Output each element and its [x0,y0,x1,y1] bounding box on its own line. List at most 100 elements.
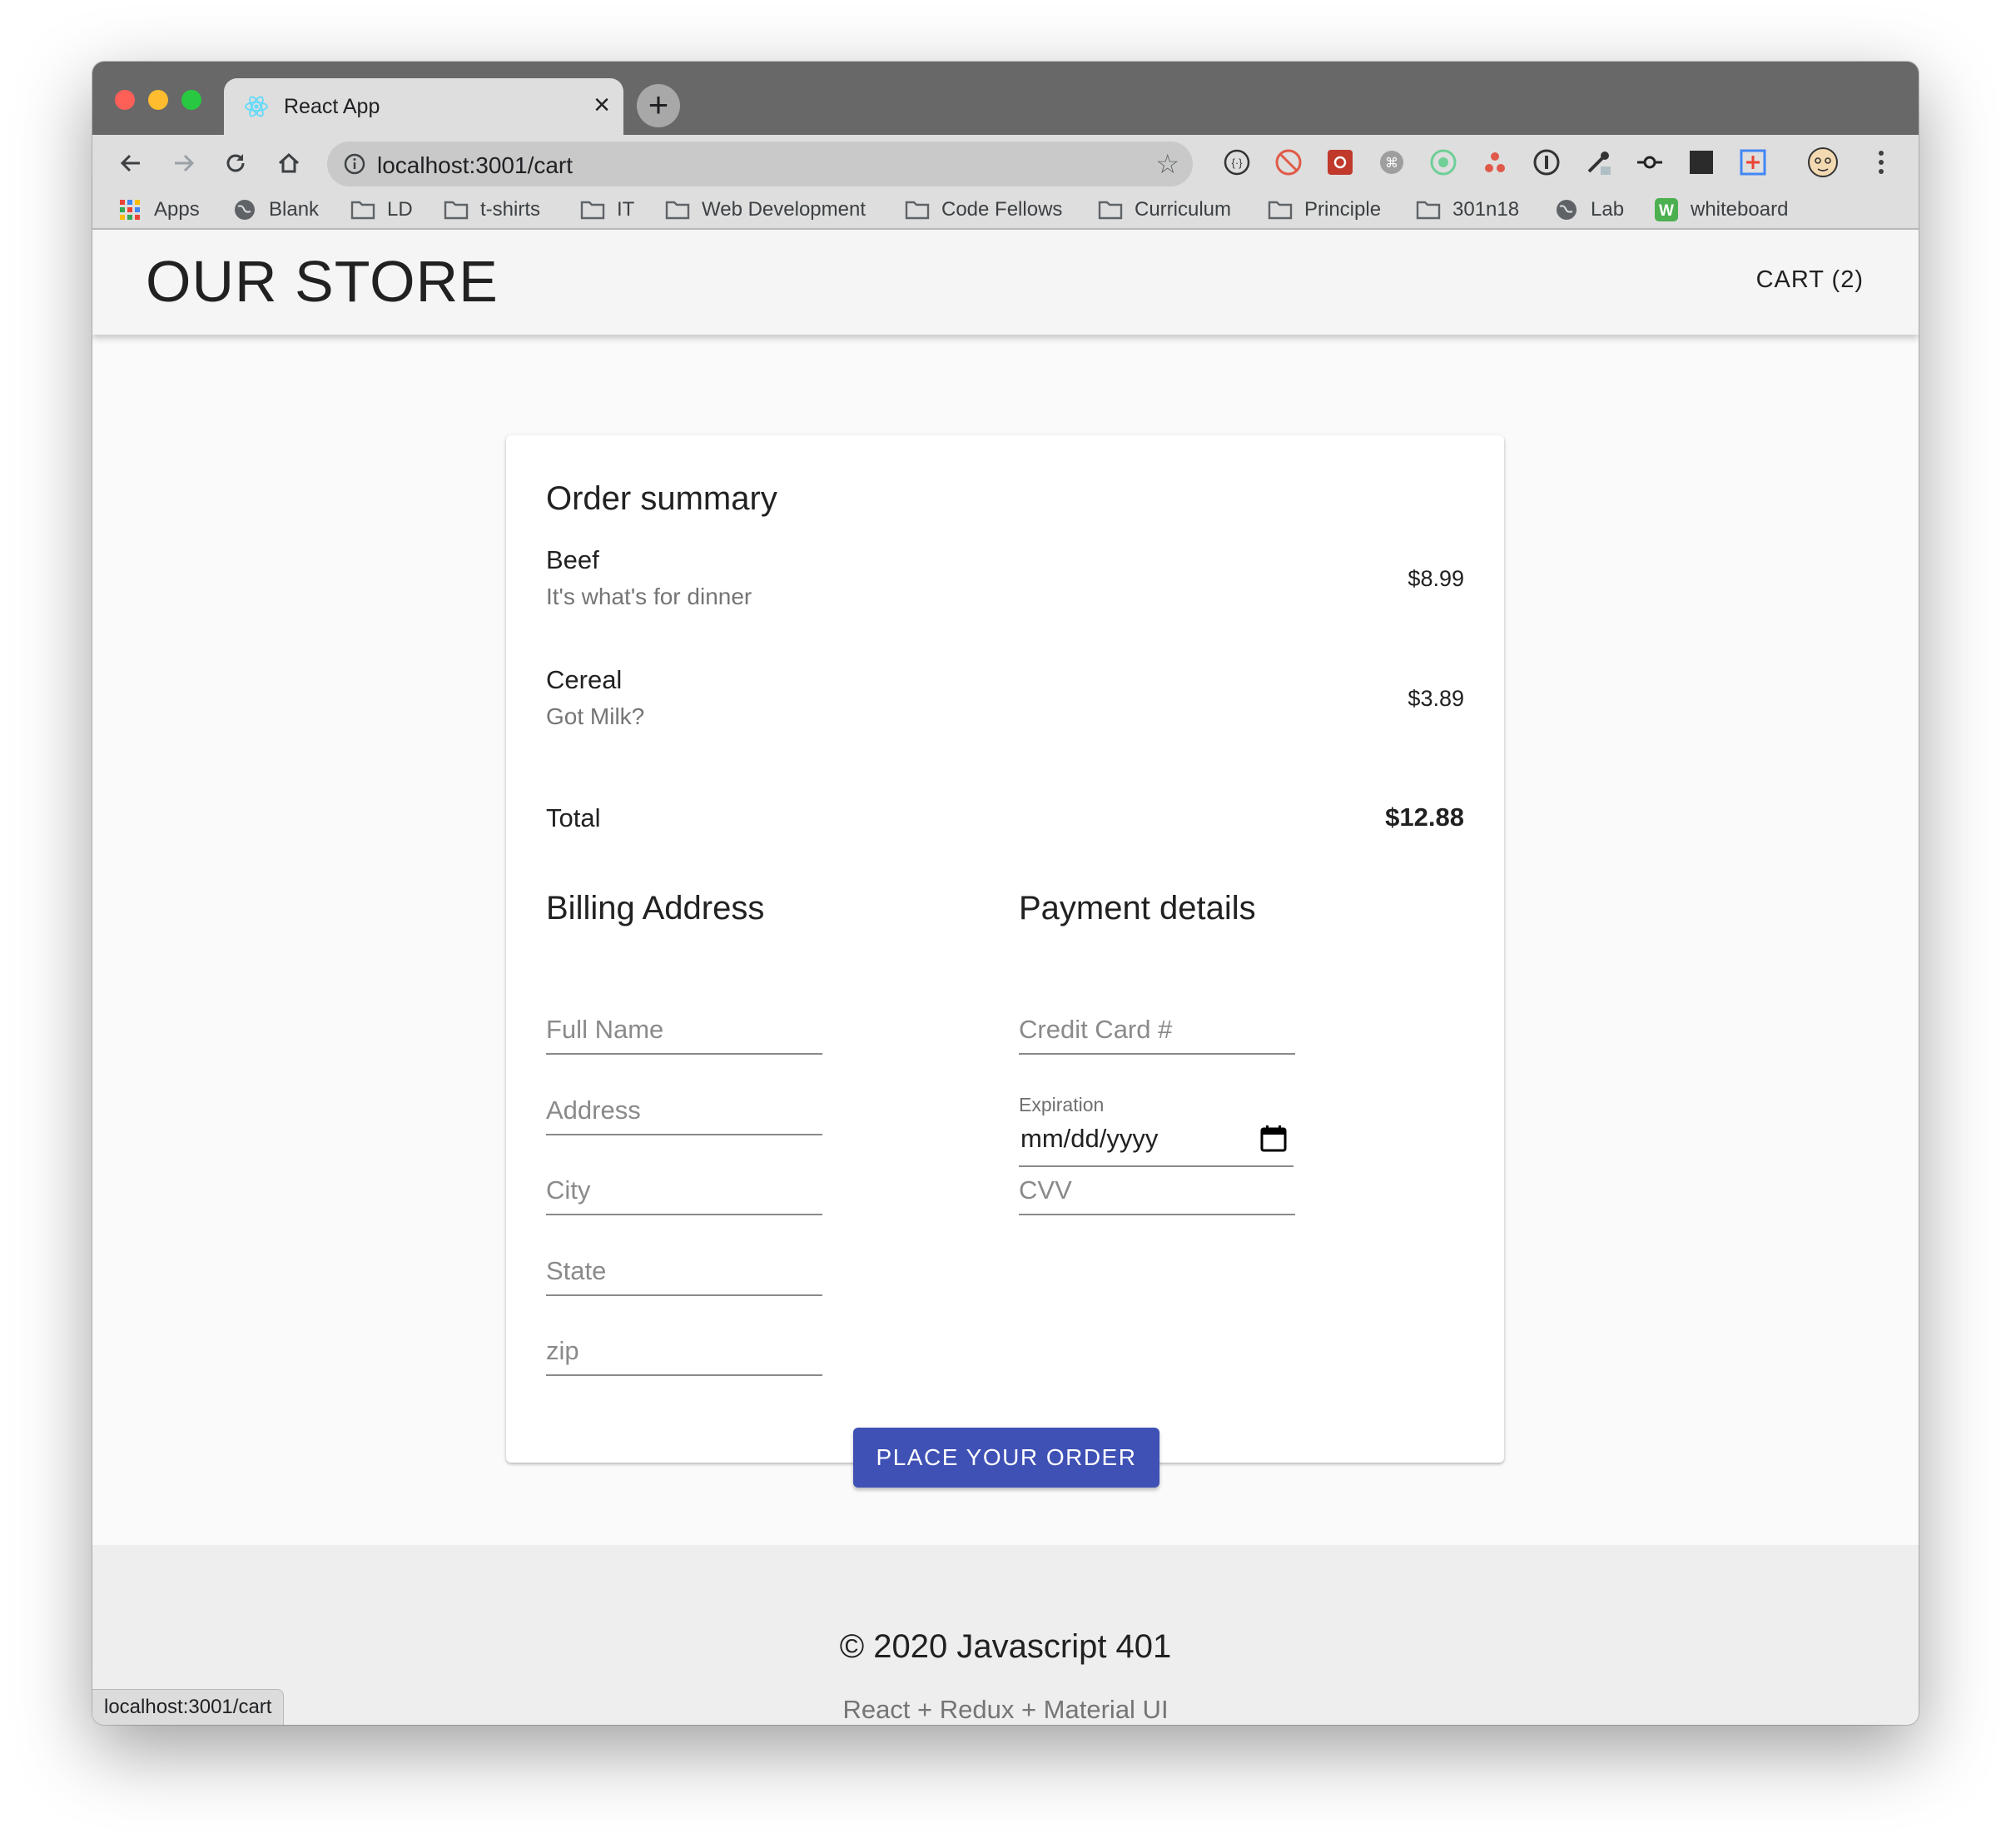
folder-icon [665,199,690,221]
credit-card-input[interactable] [1019,1015,1295,1045]
bookmark-label: LD [387,198,413,221]
checkout-card: Order summary Beef It's what's for dinne… [506,435,1504,1488]
bookmark-label: Lab [1591,198,1625,221]
url-text: localhost:3001/cart [377,152,574,178]
forward-button[interactable] [167,147,201,180]
footer-tagline: React + Redux + Material UI [842,1695,1169,1724]
bookmark-whiteboard[interactable]: W whiteboard [1654,195,1788,225]
full-name-input[interactable] [546,1015,822,1045]
whiteboard-w-icon: W [1654,198,1679,221]
payment-details-heading: Payment details [1019,890,1256,926]
command-extension-icon[interactable]: ⌘ [1376,147,1408,178]
bookmark-label: Apps [154,198,200,221]
close-window-button[interactable] [115,90,135,110]
svg-text:W: W [1659,202,1674,220]
blocker-extension-icon[interactable] [1273,147,1304,178]
zip-input[interactable] [546,1336,822,1366]
arrow-left-icon [120,154,140,172]
cvv-input[interactable] [1019,1175,1295,1205]
calendar-icon[interactable] [1259,1124,1289,1154]
reload-button[interactable] [219,147,252,180]
bookmark-label: Web Development [702,198,866,221]
folder-icon [905,199,930,221]
svg-text:{·}: {·} [1231,156,1243,169]
state-input[interactable] [546,1256,822,1286]
item-description: Got Milk? [546,703,645,729]
bookmark-301n18[interactable]: 301n18 [1416,195,1519,225]
git-commit-extension-icon[interactable] [1634,147,1666,178]
maximize-window-button[interactable] [181,90,201,110]
address-bar[interactable]: localhost:3001/cart ☆ [327,142,1193,186]
tab-title: React App [284,95,380,118]
info-icon[interactable] [344,153,365,175]
item-price: $8.99 [1408,566,1464,591]
page-footer: © 2020 Javascript 401 React + Redux + Ma… [92,1545,1919,1725]
close-tab-icon[interactable]: × [593,91,610,119]
password-manager-extension-icon[interactable] [1531,147,1562,178]
home-button[interactable] [272,147,305,180]
expiration-date-field[interactable]: mm/dd/yyyy [1019,1115,1293,1167]
city-field[interactable] [546,1162,822,1215]
folder-icon [350,199,375,221]
bookmark-label: Principle [1304,198,1382,221]
expiration-label: Expiration [1019,1094,1105,1115]
browser-titlebar: React App × + [92,62,1919,135]
home-icon [278,152,300,173]
react-devtools-extension-icon[interactable] [1324,147,1356,178]
nodes-extension-icon[interactable] [1479,147,1511,178]
cvv-field[interactable] [1019,1162,1295,1215]
browser-window: React App × + localhost:3001/cart ☆ {·} … [92,62,1919,1725]
react-logo-icon [245,96,268,117]
bookmark-label: Blank [269,198,320,221]
credit-card-field[interactable] [1019,1001,1295,1055]
svg-text:⌘: ⌘ [1385,155,1398,171]
city-input[interactable] [546,1175,822,1205]
arrow-right-icon [175,154,195,172]
bookmark-curriculum[interactable]: Curriculum [1098,195,1231,225]
browser-menu-icon[interactable] [1865,147,1897,178]
app-header: OUR STORE CART (2) [92,230,1919,335]
bookmark-ld[interactable]: LD [350,195,413,225]
json-viewer-extension-icon[interactable]: {·} [1221,147,1253,178]
eyedropper-extension-icon[interactable] [1582,147,1614,178]
google-plus-extension-icon[interactable] [1737,147,1769,178]
total-value: $12.88 [1385,802,1464,832]
globe-icon [232,199,257,221]
footer-copyright: © 2020 Javascript 401 [839,1628,1172,1665]
bookmark-apps[interactable]: Apps [117,195,200,225]
browser-toolbar: localhost:3001/cart ☆ {·} ⌘ [92,135,1919,191]
bookmark-t-shirts[interactable]: t-shirts [444,195,540,225]
bookmark-blank[interactable]: Blank [232,195,319,225]
address-input[interactable] [546,1095,822,1125]
cart-link[interactable]: CART (2) [1756,266,1864,294]
dark-square-extension-icon[interactable] [1686,147,1717,178]
target-extension-icon[interactable] [1428,147,1459,178]
bookmark-label: Code Fellows [941,198,1063,221]
total-label: Total [546,803,601,832]
bookmark-it[interactable]: IT [580,195,634,225]
bookmark-label: 301n18 [1452,198,1520,221]
address-field[interactable] [546,1082,822,1135]
minimize-window-button[interactable] [148,90,168,110]
folder-icon [1098,199,1123,221]
zip-field[interactable] [546,1323,822,1376]
bookmark-star-icon[interactable]: ☆ [1155,148,1179,180]
full-name-field[interactable] [546,1001,822,1055]
profile-avatar[interactable] [1807,147,1839,178]
bookmark-label: whiteboard [1691,198,1789,221]
item-name: Cereal [546,665,623,694]
back-button[interactable] [114,147,147,180]
bookmark-code-fellows[interactable]: Code Fellows [905,195,1062,225]
bookmark-web-development[interactable]: Web Development [665,195,866,225]
new-tab-button[interactable]: + [637,84,680,127]
browser-tab[interactable]: React App × [224,78,623,135]
bookmark-principle[interactable]: Principle [1268,195,1381,225]
date-placeholder: mm/dd/yyyy [1020,1124,1159,1153]
place-order-button[interactable]: PLACE YOUR ORDER [853,1428,1159,1488]
state-field[interactable] [546,1243,822,1296]
globe-icon [1554,199,1579,221]
item-description: It's what's for dinner [546,584,752,609]
bookmark-lab[interactable]: Lab [1554,195,1624,225]
billing-address-heading: Billing Address [546,890,765,926]
bookmarks-bar: Apps Blank LD t-shirts IT Web Developmen… [92,191,1919,230]
